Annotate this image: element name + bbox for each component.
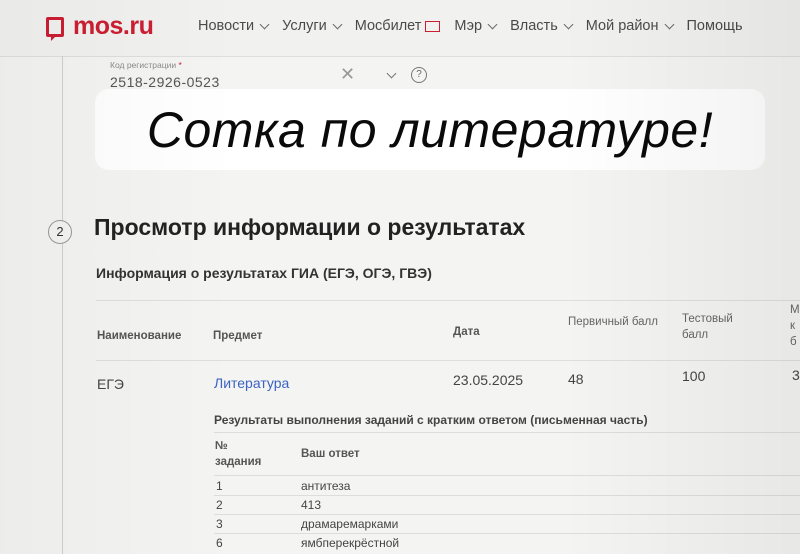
cell-name: ЕГЭ xyxy=(97,376,124,392)
table-divider xyxy=(214,533,800,534)
site-header: mos.ru Новости Услуги Мосбилет Мэр Власт… xyxy=(0,0,800,57)
field-label: Код регистрации * xyxy=(110,60,182,70)
col-header-task-no: № задания xyxy=(215,440,262,468)
task-answer: ямбперекрёстной xyxy=(301,536,400,550)
table-divider xyxy=(214,475,800,476)
field-value[interactable]: 2518-2926-0523 xyxy=(110,74,220,90)
col-header-test: Тестовый балл xyxy=(682,313,733,341)
nav-item-mayor[interactable]: Мэр xyxy=(454,18,498,34)
short-answers-title: Результаты выполнения заданий с кратким … xyxy=(214,413,648,427)
nav-item-services[interactable]: Услуги xyxy=(282,18,343,34)
table-divider xyxy=(214,514,800,515)
nav-item-my-district[interactable]: Мой район xyxy=(585,18,674,34)
site-logo[interactable]: mos.ru xyxy=(46,12,154,41)
caption-text: Сотка по литературе! xyxy=(146,101,714,158)
table-divider xyxy=(214,432,800,433)
main-nav: Новости Услуги Мосбилет Мэр Власть Мой р… xyxy=(198,18,757,34)
nav-item-government[interactable]: Власть xyxy=(510,18,574,34)
task-answer: драмаремарками xyxy=(301,517,399,531)
step-number: 2 xyxy=(48,220,72,244)
nav-label: Мой район xyxy=(585,18,659,34)
table-divider xyxy=(96,300,800,301)
task-number: 6 xyxy=(216,536,223,550)
col-header-answer: Ваш ответ xyxy=(301,448,360,460)
nav-label: Услуги xyxy=(282,18,327,34)
col-header-name: Наименование xyxy=(97,330,182,342)
task-number: 2 xyxy=(216,498,223,512)
chevron-down-icon xyxy=(563,19,574,29)
nav-label: Новости xyxy=(198,18,255,34)
cell-test-score: 100 xyxy=(682,368,706,384)
col-header-subject: Предмет xyxy=(213,330,263,342)
task-answer: 413 xyxy=(301,498,322,512)
task-number: 1 xyxy=(216,479,223,493)
label-text: Код регистрации xyxy=(110,60,177,70)
nav-label: Власть xyxy=(510,18,558,34)
required-mark: * xyxy=(178,60,182,70)
col-header-date: Дата xyxy=(453,326,480,338)
nav-label: Мэр xyxy=(454,18,483,34)
cell-primary-score: 48 xyxy=(568,371,584,387)
cell-extra: 3 xyxy=(792,367,800,383)
col-header-extra: М к б xyxy=(790,304,800,348)
task-number: 3 xyxy=(216,517,223,531)
nav-label: Помощь xyxy=(686,18,743,34)
nav-item-news[interactable]: Новости xyxy=(198,18,270,34)
nav-item-mosbilet[interactable]: Мосбилет xyxy=(355,18,441,34)
overlay-caption-banner: Сотка по литературе! xyxy=(95,89,765,170)
help-icon[interactable]: ? xyxy=(411,67,427,83)
browser-screen: mos.ru Новости Услуги Мосбилет Мэр Власт… xyxy=(0,0,800,554)
chevron-down-icon xyxy=(487,19,498,29)
chevron-down-icon xyxy=(332,19,343,29)
table-divider xyxy=(214,495,800,496)
ticket-icon xyxy=(425,20,441,32)
table-divider xyxy=(96,360,800,361)
subject-link[interactable]: Литература xyxy=(214,375,289,391)
col-header-primary: Первичный балл xyxy=(568,316,658,328)
logo-text: mos.ru xyxy=(73,12,154,40)
nav-item-help[interactable]: Помощь xyxy=(687,18,743,34)
registration-code-field[interactable]: Код регистрации * 2518-2926-0523 ✕ ? xyxy=(100,58,438,93)
nav-label: Мосбилет xyxy=(354,18,422,34)
section-title: Просмотр информации о результатах xyxy=(94,214,526,240)
results-subtitle: Информация о результатах ГИА (ЕГЭ, ОГЭ, … xyxy=(96,265,432,281)
close-icon[interactable]: ✕ xyxy=(340,64,355,85)
stepper-line xyxy=(62,56,63,554)
chevron-down-icon xyxy=(259,19,270,29)
chevron-down-icon[interactable] xyxy=(386,68,397,79)
task-answer: антитеза xyxy=(301,479,351,493)
cell-date: 23.05.2025 xyxy=(453,372,524,388)
mos-logo-icon xyxy=(46,16,64,41)
chevron-down-icon xyxy=(664,19,674,29)
